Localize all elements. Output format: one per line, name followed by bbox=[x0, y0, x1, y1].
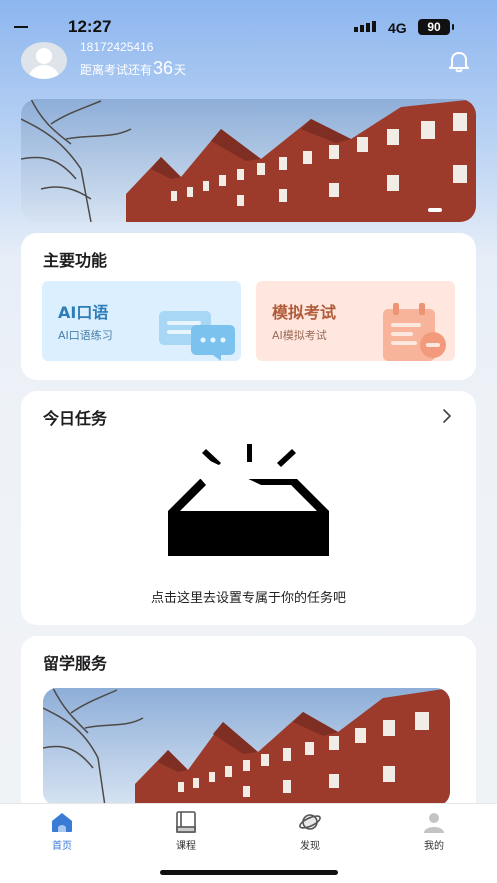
service-banner[interactable] bbox=[43, 688, 450, 806]
ai-speaking-card[interactable]: AI口语 AI口语练习 bbox=[42, 281, 241, 361]
mock-exam-subtitle: AI模拟考试 bbox=[272, 329, 327, 342]
service-title: 留学服务 bbox=[43, 654, 108, 673]
tasks-title: 今日任务 bbox=[43, 409, 108, 428]
ai-speaking-title: AI口语 bbox=[58, 303, 109, 322]
network-type: 4G bbox=[388, 20, 407, 36]
today-tasks-card[interactable]: 今日任务 点击这里去设置专属于你的任务吧 bbox=[21, 391, 476, 625]
mock-exam-title: 模拟考试 bbox=[272, 303, 337, 322]
signal-icon bbox=[354, 21, 376, 32]
book-icon bbox=[176, 811, 196, 833]
tab-courses[interactable]: 课程 bbox=[156, 810, 216, 852]
tab-profile[interactable]: 我的 bbox=[404, 810, 464, 852]
tab-profile-label: 我的 bbox=[424, 841, 444, 852]
countdown-prefix: 距离考试还有 bbox=[80, 63, 153, 77]
countdown-days: 36 bbox=[153, 58, 174, 78]
exam-paper-icon bbox=[383, 303, 446, 361]
features-card: 主要功能 AI口语 AI口语练习 模拟考试 AI模拟考试 bbox=[21, 233, 476, 380]
avatar[interactable] bbox=[21, 42, 67, 79]
campus-banner[interactable] bbox=[21, 99, 476, 222]
home-indicator bbox=[160, 870, 338, 875]
empty-inbox-icon bbox=[168, 441, 329, 556]
tab-home-label: 首页 bbox=[52, 841, 72, 852]
status-bar: 12:27 4G 90 bbox=[0, 0, 497, 40]
user-header: 18172425416 距离考试还有36天 bbox=[0, 40, 497, 90]
ai-speaking-subtitle: AI口语练习 bbox=[58, 329, 113, 342]
exam-countdown: 距离考试还有36天 bbox=[80, 58, 186, 79]
profile-icon bbox=[424, 813, 444, 833]
bell-icon[interactable] bbox=[446, 48, 472, 74]
status-dash bbox=[14, 26, 28, 28]
chevron-right-icon[interactable] bbox=[438, 405, 456, 427]
home-icon bbox=[52, 813, 72, 832]
tab-discover[interactable]: 发现 bbox=[280, 810, 340, 852]
planet-icon bbox=[299, 814, 321, 830]
tab-courses-label: 课程 bbox=[176, 841, 196, 852]
features-title: 主要功能 bbox=[43, 251, 108, 270]
bottom-tab-bar: 首页 课程 发现 我的 bbox=[0, 803, 497, 883]
status-time: 12:27 bbox=[68, 17, 112, 36]
chat-bubbles-icon bbox=[159, 311, 235, 361]
countdown-suffix: 天 bbox=[174, 63, 187, 77]
tasks-empty-text: 点击这里去设置专属于你的任务吧 bbox=[150, 591, 346, 606]
campus-building-image bbox=[21, 99, 476, 222]
banner-indicator bbox=[428, 208, 442, 212]
campus-building-image bbox=[43, 688, 450, 806]
tab-home[interactable]: 首页 bbox=[32, 810, 92, 852]
user-phone: 18172425416 bbox=[80, 40, 154, 54]
tab-discover-label: 发现 bbox=[300, 841, 320, 852]
battery-icon: 90 bbox=[418, 19, 454, 35]
mock-exam-card[interactable]: 模拟考试 AI模拟考试 bbox=[256, 281, 455, 361]
